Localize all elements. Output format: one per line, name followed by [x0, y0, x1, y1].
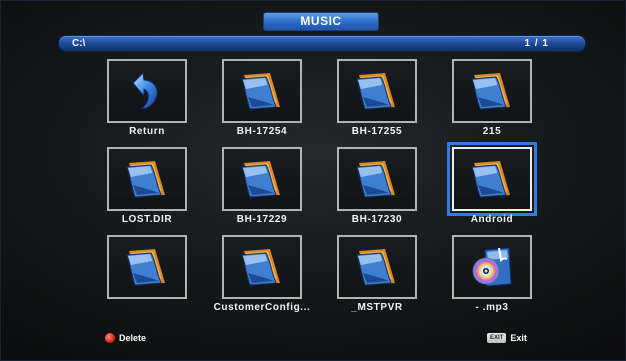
return-arrow-icon: [132, 71, 158, 110]
grid-item-folder[interactable]: BH-17255: [311, 59, 421, 147]
tile: [222, 147, 302, 211]
folder-icon: [241, 73, 280, 110]
folder-icon: [356, 161, 395, 198]
exit-button[interactable]: EXIT Exit: [487, 333, 527, 343]
folder-icon: [126, 161, 165, 198]
tile: [337, 235, 417, 299]
item-label: 215: [482, 126, 502, 137]
tile: [107, 235, 187, 299]
tile: [222, 59, 302, 123]
folder-icon: [241, 161, 280, 198]
tile: [452, 59, 532, 123]
grid-item-return[interactable]: Return: [81, 59, 191, 147]
page-title: MUSIC: [263, 12, 379, 31]
tile: [107, 147, 187, 211]
grid-item-folder[interactable]: BH-17254: [196, 59, 306, 147]
item-label: Android: [470, 214, 514, 225]
item-label: BH-17255: [351, 126, 403, 137]
tile: [452, 235, 532, 299]
tile: [337, 59, 417, 123]
folder-icon: [241, 249, 280, 286]
footer-bar: Delete EXIT Exit: [1, 329, 625, 361]
folder-icon: [471, 161, 510, 198]
grid-item-folder[interactable]: 215: [426, 59, 536, 147]
grid-item-folder[interactable]: [81, 235, 191, 323]
tile: [107, 59, 187, 123]
grid-item-folder-selected[interactable]: Android: [426, 142, 537, 235]
grid-item-folder[interactable]: CustomerConfig...: [196, 235, 310, 323]
item-label: BH-17230: [351, 214, 403, 225]
grid-item-folder[interactable]: _MSTPVR: [311, 235, 421, 323]
item-label: - .mp3: [475, 302, 509, 313]
delete-button[interactable]: Delete: [105, 333, 146, 343]
item-label: _MSTPVR: [351, 302, 403, 313]
media-browser-screen: MUSIC C:\ 1 / 1 Return BH-17254 BH-17255…: [0, 0, 626, 361]
item-label: LOST.DIR: [121, 214, 173, 225]
item-label: CustomerConfig...: [213, 302, 311, 313]
delete-label: Delete: [119, 333, 147, 343]
page-indicator: 1 / 1: [524, 38, 549, 49]
exit-label: Exit: [510, 333, 527, 343]
folder-icon: [126, 249, 165, 286]
item-label: Return: [129, 126, 165, 137]
path-bar: C:\ 1 / 1: [58, 35, 586, 52]
music-file-icon: [472, 247, 512, 287]
folder-icon: [356, 73, 395, 110]
folder-icon: [471, 73, 510, 110]
tile: [222, 235, 302, 299]
current-path: C:\: [72, 38, 86, 49]
item-label: BH-17254: [236, 126, 288, 137]
grid-item-music-file[interactable]: - .mp3: [426, 235, 536, 323]
tile: [447, 142, 537, 216]
grid-item-folder[interactable]: BH-17230: [311, 147, 421, 235]
item-label: BH-17229: [236, 214, 288, 225]
red-button-icon: [105, 333, 115, 343]
tile: [337, 147, 417, 211]
folder-icon: [356, 249, 395, 286]
grid-item-folder[interactable]: LOST.DIR: [81, 147, 191, 235]
grid-item-folder[interactable]: BH-17229: [196, 147, 306, 235]
exit-key-icon: EXIT: [487, 333, 507, 343]
